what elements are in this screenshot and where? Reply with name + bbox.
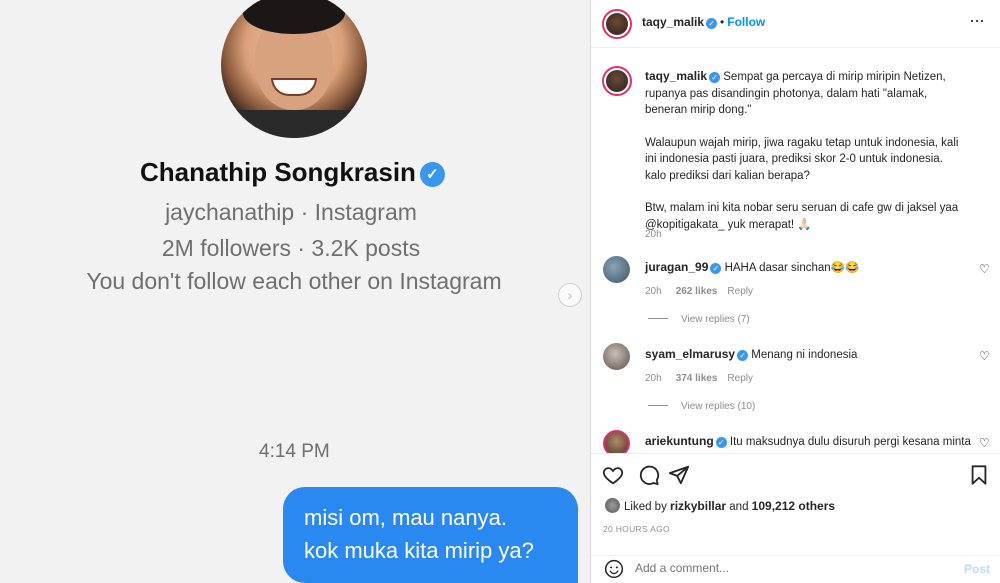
comment-row: juragan_99 ✓ HAHA dasar sinchan😂😂 <box>645 260 859 274</box>
liked-prefix: Liked by <box>624 501 667 513</box>
comment-item: juragan_99 ✓ HAHA dasar sinchan😂😂 20h 262 … <box>591 256 1000 336</box>
comment-row: syam_elmarusy ✓ Menang ni indonesia <box>645 347 857 361</box>
verified-badge-icon: ✓ <box>419 162 445 187</box>
message-time: 4:14 PM <box>259 441 330 462</box>
comment-text: Menang ni indonesia <box>751 349 858 361</box>
view-replies-label: View replies (10) <box>681 401 756 412</box>
reply-button[interactable]: Reply <box>727 286 753 297</box>
profile-handle: jaychanathip · Instagram <box>165 199 417 225</box>
follow-button[interactable]: Follow <box>727 15 765 29</box>
comment-time: 20h <box>645 373 662 384</box>
view-replies-button[interactable]: View replies (7) <box>648 314 750 325</box>
heart-icon[interactable] <box>602 464 624 486</box>
comment-meta: 20h 374 likes Reply <box>645 373 753 384</box>
comment-username[interactable]: ariekuntung <box>645 434 714 448</box>
commenter-avatar[interactable] <box>603 343 630 370</box>
comment-likes[interactable]: 374 likes <box>676 373 718 384</box>
caption-text-3: Btw, malam ini kita nobar seru seruan di… <box>645 202 959 231</box>
post-button[interactable]: Post <box>964 562 990 576</box>
caption-time: 20h <box>645 229 662 240</box>
owner-username[interactable]: taqy_malik <box>642 15 704 29</box>
profile-avatar <box>221 0 367 138</box>
comment-item: ariekuntung ✓ Itu maksudnya dulu disuruh … <box>591 430 1000 453</box>
profile-stats: 2M followers · 3.2K posts <box>161 235 421 261</box>
heart-icon[interactable]: ♡ <box>979 436 990 450</box>
chevron-right-icon[interactable]: › <box>558 283 582 307</box>
reply-button[interactable]: Reply <box>727 373 753 384</box>
actions-bar: Liked by rizkybillar and 109,212 others … <box>591 453 1000 537</box>
post-panel: taqy_malik ✓ • Follow ··· taqy_malik ✓ Sempa… <box>591 0 1000 583</box>
comment-text: HAHA dasar sinchan😂😂 <box>724 262 860 274</box>
view-replies-button[interactable]: View replies (10) <box>648 401 755 412</box>
comment-text: Itu maksudnya dulu disuruh pergi kesana … <box>729 436 971 448</box>
verified-badge-icon: ✓ <box>706 18 718 29</box>
comment-likes[interactable]: 262 likes <box>676 286 718 297</box>
post-photo: Chanathip Songkrasin ✓ jaychanathip · Ins… <box>0 0 590 583</box>
liked-count[interactable]: 109,212 others <box>752 499 835 513</box>
commenter-avatar[interactable] <box>603 430 630 453</box>
comment-input[interactable] <box>635 561 935 575</box>
verified-badge-icon: ✓ <box>709 72 721 83</box>
caption-avatar[interactable] <box>602 66 632 96</box>
profile-name: Chanathip Songkrasin <box>140 157 416 187</box>
separator-dot: • <box>720 15 725 29</box>
save-icon[interactable] <box>968 464 990 486</box>
follow-status: You don't follow each other on Instagram <box>86 268 502 294</box>
liked-suffix: and <box>729 501 749 513</box>
share-icon[interactable] <box>668 464 690 486</box>
commenter-avatar[interactable] <box>603 256 630 283</box>
verified-badge-icon: ✓ <box>710 263 722 274</box>
comment-time: 20h <box>645 286 662 297</box>
comments-section[interactable]: taqy_malik ✓ Sempat ga percaya di mirip m… <box>591 49 1000 453</box>
profile-name-row: Chanathip Songkrasin ✓ <box>140 157 445 188</box>
liked-user[interactable]: rizkybillar <box>670 499 726 513</box>
message-bubble: misi om, mau nanya. kok muka kita mirip … <box>283 487 578 583</box>
heart-icon[interactable]: ♡ <box>979 262 990 276</box>
more-options-icon[interactable]: ··· <box>969 10 985 31</box>
caption-text-2: Walaupun wajah mirip, jiwa ragaku tetap … <box>645 136 959 182</box>
post-header: taqy_malik ✓ • Follow ··· <box>591 0 1000 48</box>
comment-icon[interactable] <box>638 464 660 486</box>
comment-meta: 20h 262 likes Reply <box>645 286 753 297</box>
verified-badge-icon: ✓ <box>715 437 727 448</box>
post-age: 20 HOURS AGO <box>603 524 670 534</box>
comment-row: ariekuntung ✓ Itu maksudnya dulu disuruh … <box>645 434 971 448</box>
verified-badge-icon: ✓ <box>737 350 749 361</box>
comment-username[interactable]: juragan_99 <box>645 260 708 274</box>
comment-username[interactable]: syam_elmarusy <box>645 347 735 361</box>
emoji-icon[interactable] <box>604 559 624 579</box>
owner-avatar[interactable] <box>602 9 632 39</box>
owner-row: taqy_malik ✓ • Follow <box>642 15 765 29</box>
view-replies-label: View replies (7) <box>681 314 750 325</box>
heart-icon[interactable]: ♡ <box>979 349 990 363</box>
message-line-2: kok muka kita mirip ya? <box>304 538 534 563</box>
message-line-1: misi om, mau nanya. <box>304 505 507 530</box>
liked-by-row: Liked by rizkybillar and 109,212 others <box>605 498 835 513</box>
caption: taqy_malik ✓ Sempat ga percaya di mirip m… <box>645 68 965 249</box>
liker-avatar[interactable] <box>605 498 620 513</box>
comment-composer: Post <box>591 555 1000 583</box>
caption-username[interactable]: taqy_malik <box>645 69 707 83</box>
comment-item: syam_elmarusy ✓ Menang ni indonesia 20h 37… <box>591 343 1000 423</box>
